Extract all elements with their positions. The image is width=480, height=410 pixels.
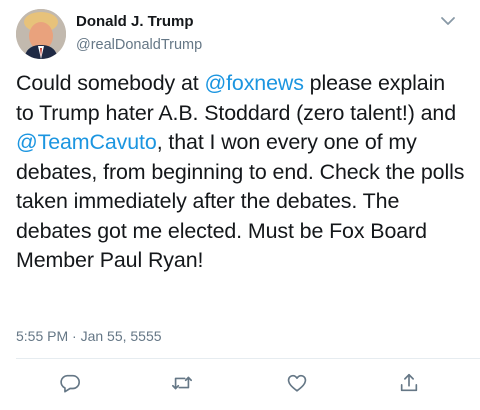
tweet-card: Donald J. Trump @realDonaldTrump Could s… xyxy=(0,0,480,410)
share-icon xyxy=(400,373,418,392)
share-button[interactable] xyxy=(398,372,420,394)
author-handle[interactable]: @realDonaldTrump xyxy=(76,37,202,53)
reply-button[interactable] xyxy=(59,372,81,394)
tweet-text-segment: Could somebody at xyxy=(16,71,205,95)
avatar-image xyxy=(16,9,66,59)
mention-link[interactable]: @TeamCavuto xyxy=(16,130,157,154)
retweet-button[interactable] xyxy=(171,372,193,394)
chevron-down-icon[interactable] xyxy=(439,14,457,28)
like-button[interactable] xyxy=(286,372,308,394)
retweet-icon xyxy=(172,376,192,390)
reply-icon xyxy=(60,374,80,393)
tweet-timestamp[interactable]: 5:55 PM · Jan 55, 5555 xyxy=(16,328,162,344)
heart-icon xyxy=(287,374,307,392)
tweet-text: Could somebody at @foxnews please explai… xyxy=(16,69,468,276)
mention-link[interactable]: @foxnews xyxy=(204,71,303,95)
avatar[interactable] xyxy=(16,9,66,59)
divider xyxy=(16,358,480,359)
author-name[interactable]: Donald J. Trump xyxy=(76,13,194,30)
